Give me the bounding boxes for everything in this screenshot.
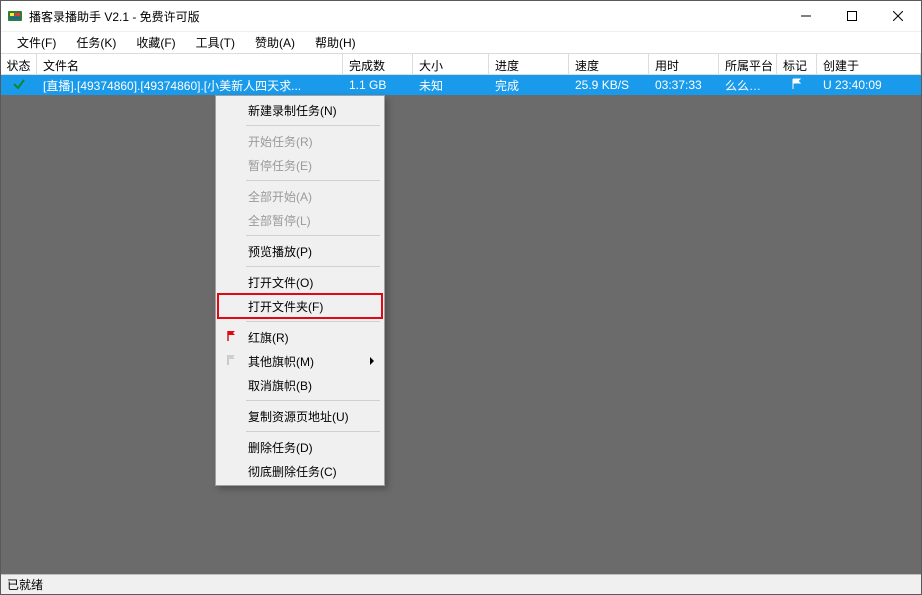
- cm-delete-task[interactable]: 删除任务(D): [218, 435, 382, 459]
- cm-open-file[interactable]: 打开文件(O): [218, 270, 382, 294]
- menu-file[interactable]: 文件(F): [7, 32, 66, 53]
- cm-label: 复制资源页地址(U): [248, 408, 349, 425]
- cell-speed: 25.9 KB/S: [569, 78, 649, 92]
- col-mark[interactable]: 标记: [777, 54, 817, 74]
- app-window: 播客录播助手 V2.1 - 免费许可版 文件(F) 任务(K) 收藏(F) 工具…: [0, 0, 922, 595]
- flag-gray-icon: [226, 354, 238, 369]
- cm-sep: [246, 235, 380, 236]
- cm-label: 新建录制任务(N): [248, 102, 337, 119]
- cm-start-task[interactable]: 开始任务(R): [218, 129, 382, 153]
- menu-help[interactable]: 帮助(H): [305, 32, 366, 53]
- cm-label: 暂停任务(E): [248, 157, 312, 174]
- cell-progress: 完成: [489, 77, 569, 94]
- cell-filename: [直播].[49374860].[49374860].[小美新人四天求...: [37, 77, 343, 94]
- cm-sep: [246, 321, 380, 322]
- cm-label: 开始任务(R): [248, 133, 313, 150]
- cm-pause-task[interactable]: 暂停任务(E): [218, 153, 382, 177]
- cell-size: 未知: [413, 77, 489, 94]
- minimize-button[interactable]: [783, 1, 829, 31]
- cm-sep: [246, 266, 380, 267]
- menu-favorite[interactable]: 收藏(F): [126, 32, 185, 53]
- check-icon: [12, 77, 26, 94]
- col-speed[interactable]: 速度: [569, 54, 649, 74]
- menu-task[interactable]: 任务(K): [66, 32, 126, 53]
- content-area: [直播].[49374860].[49374860].[小美新人四天求... 1…: [1, 75, 921, 574]
- menu-tools[interactable]: 工具(T): [186, 32, 245, 53]
- cm-sep: [246, 431, 380, 432]
- cm-other-flags[interactable]: 其他旗帜(M): [218, 349, 382, 373]
- col-status[interactable]: 状态: [1, 54, 37, 74]
- close-button[interactable]: [875, 1, 921, 31]
- cm-label: 其他旗帜(M): [248, 353, 314, 370]
- col-filename[interactable]: 文件名: [37, 54, 343, 74]
- cell-platform: 么么直播: [719, 77, 777, 94]
- cm-label: 全部开始(A): [248, 188, 312, 205]
- cell-created: U 23:40:09: [817, 78, 921, 92]
- cm-label: 红旗(R): [248, 329, 289, 346]
- flag-icon: [791, 78, 803, 93]
- context-menu: 新建录制任务(N) 开始任务(R) 暂停任务(E) 全部开始(A) 全部暂停(L…: [215, 95, 385, 486]
- cm-label: 打开文件夹(F): [248, 298, 323, 315]
- cm-start-all[interactable]: 全部开始(A): [218, 184, 382, 208]
- statusbar: 已就绪: [1, 574, 921, 594]
- cm-sep: [246, 125, 380, 126]
- cm-label: 彻底删除任务(C): [248, 463, 337, 480]
- cm-label: 全部暂停(L): [248, 212, 311, 229]
- flag-red-icon: [226, 330, 238, 345]
- status-text: 已就绪: [7, 576, 43, 593]
- window-controls: [783, 1, 921, 31]
- cm-copy-source-url[interactable]: 复制资源页地址(U): [218, 404, 382, 428]
- submenu-arrow-icon: [370, 357, 374, 365]
- cm-pause-all[interactable]: 全部暂停(L): [218, 208, 382, 232]
- col-completed[interactable]: 完成数: [343, 54, 413, 74]
- menu-sponsor[interactable]: 赞助(A): [245, 32, 305, 53]
- cm-label: 打开文件(O): [248, 274, 313, 291]
- col-size[interactable]: 大小: [413, 54, 489, 74]
- cell-mark: [777, 78, 817, 93]
- cm-label: 取消旗帜(B): [248, 377, 312, 394]
- cm-preview-play[interactable]: 预览播放(P): [218, 239, 382, 263]
- cm-label: 删除任务(D): [248, 439, 313, 456]
- app-icon: [7, 8, 23, 24]
- cm-cancel-flag[interactable]: 取消旗帜(B): [218, 373, 382, 397]
- titlebar: 播客录播助手 V2.1 - 免费许可版: [1, 1, 921, 31]
- col-platform[interactable]: 所属平台: [719, 54, 777, 74]
- col-time[interactable]: 用时: [649, 54, 719, 74]
- menubar: 文件(F) 任务(K) 收藏(F) 工具(T) 赞助(A) 帮助(H): [1, 31, 921, 53]
- cm-open-folder[interactable]: 打开文件夹(F): [218, 294, 382, 318]
- cm-red-flag[interactable]: 红旗(R): [218, 325, 382, 349]
- col-created[interactable]: 创建于: [817, 54, 921, 74]
- cell-time: 03:37:33: [649, 78, 719, 92]
- table-row[interactable]: [直播].[49374860].[49374860].[小美新人四天求... 1…: [1, 75, 921, 95]
- window-title: 播客录播助手 V2.1 - 免费许可版: [29, 8, 783, 25]
- table-header: 状态 文件名 完成数 大小 进度 速度 用时 所属平台 标记 创建于: [1, 53, 921, 75]
- cm-delete-task-permanent[interactable]: 彻底删除任务(C): [218, 459, 382, 483]
- cm-new-record-task[interactable]: 新建录制任务(N): [218, 98, 382, 122]
- col-progress[interactable]: 进度: [489, 54, 569, 74]
- maximize-button[interactable]: [829, 1, 875, 31]
- cm-sep: [246, 180, 380, 181]
- cell-completed: 1.1 GB: [343, 78, 413, 92]
- cell-status: [1, 75, 37, 97]
- cm-sep: [246, 400, 380, 401]
- cm-label: 预览播放(P): [248, 243, 312, 260]
